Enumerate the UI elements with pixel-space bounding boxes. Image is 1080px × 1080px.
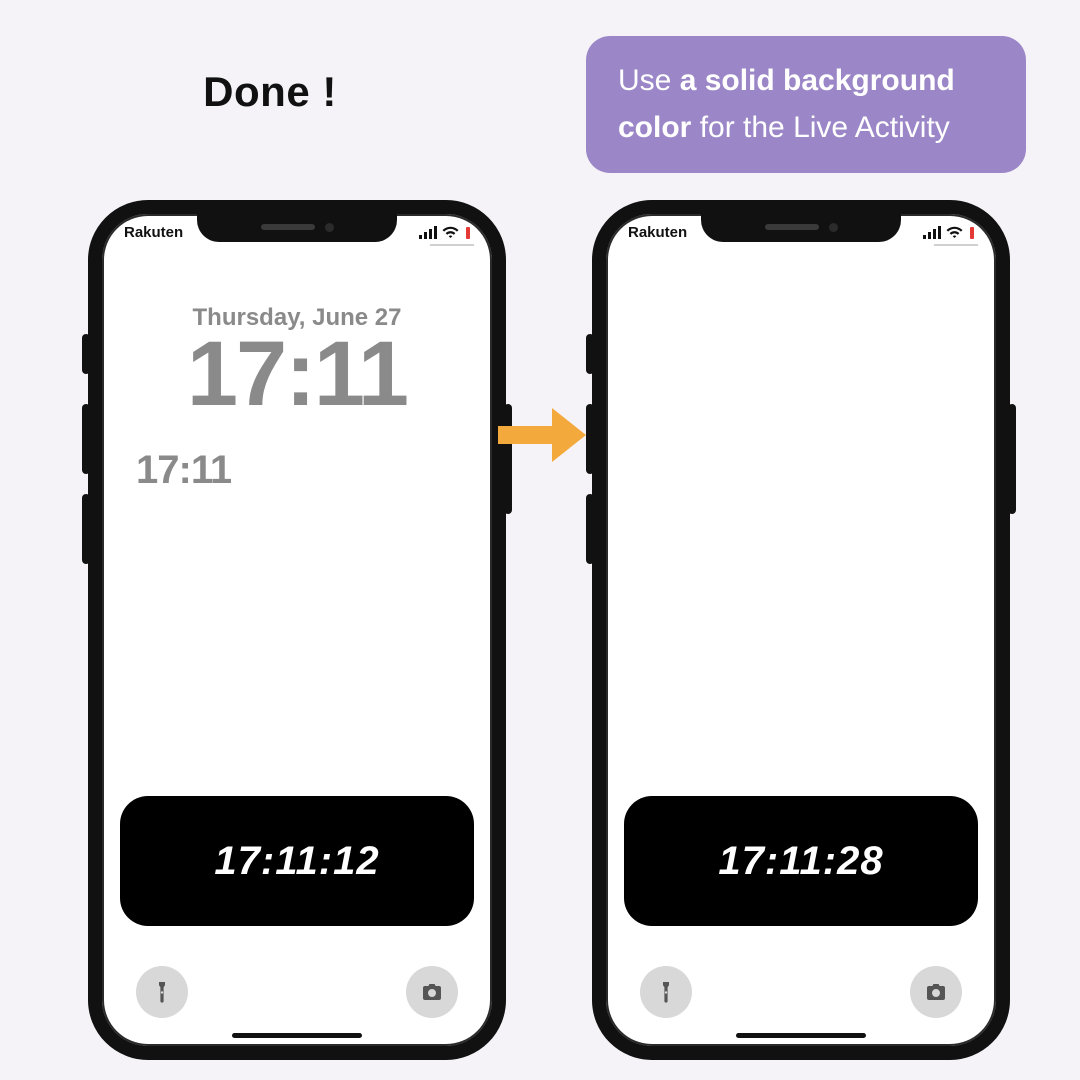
home-indicator[interactable] bbox=[736, 1033, 866, 1038]
flashlight-button[interactable] bbox=[136, 966, 188, 1018]
flashlight-button[interactable] bbox=[640, 966, 692, 1018]
carrier-label: Rakuten bbox=[124, 224, 183, 241]
live-activity-time: 17:11:12 bbox=[214, 839, 379, 884]
camera-button[interactable] bbox=[406, 966, 458, 1018]
volume-down-button bbox=[82, 494, 90, 564]
mute-switch bbox=[82, 334, 90, 374]
live-activity-card[interactable]: 17:11:28 bbox=[624, 796, 978, 926]
tip-callout: Use a solid background color for the Liv… bbox=[586, 36, 1026, 173]
power-button bbox=[1008, 404, 1016, 514]
flashlight-icon bbox=[150, 980, 174, 1004]
heading-done: Done ! bbox=[0, 68, 540, 116]
cellular-signal-icon bbox=[419, 226, 437, 239]
phone-mockup-right: Rakuten 17:11:28 bbox=[592, 200, 1010, 1060]
phone-mockup-left: Rakuten Thursday, June 27 17:11 17:11 17… bbox=[88, 200, 506, 1060]
arrow-right-icon bbox=[492, 400, 592, 470]
lockscreen-clock: 17:11 bbox=[102, 328, 492, 420]
wifi-icon bbox=[946, 226, 963, 239]
mute-switch bbox=[586, 334, 594, 374]
status-bar: Rakuten bbox=[102, 224, 492, 241]
volume-down-button bbox=[586, 494, 594, 564]
live-activity-card[interactable]: 17:11:12 bbox=[120, 796, 474, 926]
battery-underline bbox=[430, 244, 474, 246]
carrier-label: Rakuten bbox=[628, 224, 687, 241]
status-bar: Rakuten bbox=[606, 224, 996, 241]
battery-low-icon bbox=[970, 227, 974, 239]
camera-button[interactable] bbox=[910, 966, 962, 1018]
cellular-signal-icon bbox=[923, 226, 941, 239]
battery-low-icon bbox=[466, 227, 470, 239]
volume-up-button bbox=[82, 404, 90, 474]
camera-icon bbox=[924, 980, 948, 1004]
flashlight-icon bbox=[654, 980, 678, 1004]
wifi-icon bbox=[442, 226, 459, 239]
tip-text-post: for the Live Activity bbox=[691, 111, 949, 144]
lockscreen-widget-clock: 17:11 bbox=[136, 448, 231, 493]
tip-text-pre: Use bbox=[618, 64, 680, 97]
live-activity-time: 17:11:28 bbox=[718, 839, 883, 884]
battery-underline bbox=[934, 244, 978, 246]
home-indicator[interactable] bbox=[232, 1033, 362, 1038]
camera-icon bbox=[420, 980, 444, 1004]
